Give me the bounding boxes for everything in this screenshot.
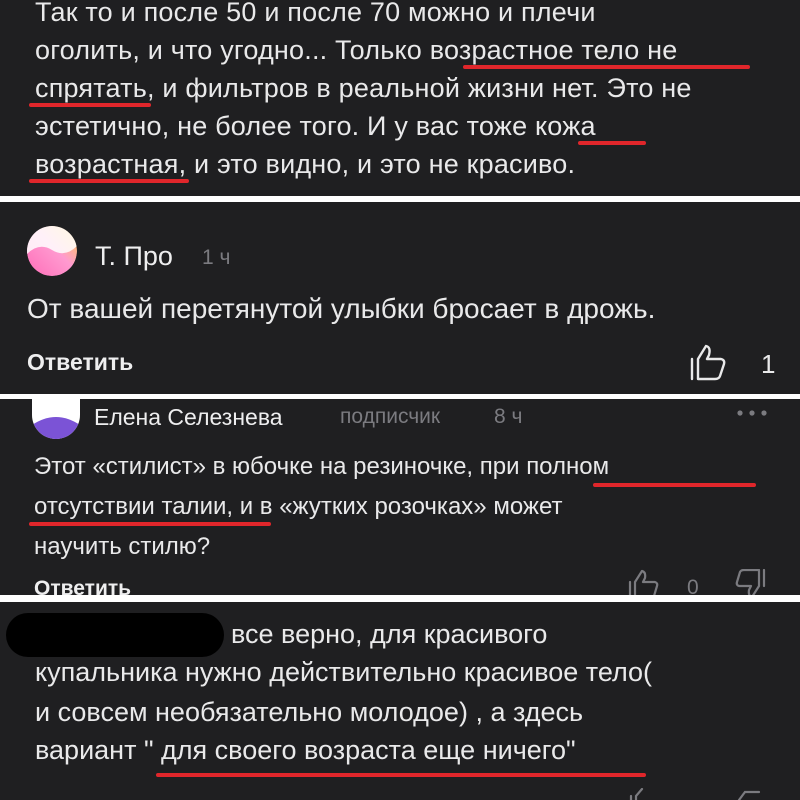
- dislike-icon[interactable]: [733, 568, 767, 595]
- comment-text-line: возрастная, и это видно, и это не красив…: [35, 149, 576, 179]
- avatar-image: [27, 226, 77, 276]
- red-underline: [29, 179, 189, 183]
- like-icon: [629, 787, 644, 800]
- author-name[interactable]: Т. Про: [95, 241, 173, 272]
- like-count: 1: [761, 349, 776, 379]
- comment-panel-4: все верно, для красивого купальника нужн…: [0, 602, 800, 800]
- dislike-icon: [735, 568, 766, 595]
- more-options-icon: [737, 410, 767, 416]
- like-icon: [628, 569, 659, 595]
- comment-panel-1: Так то и после 50 и после 70 можно и пле…: [0, 0, 800, 196]
- comment-text-line: спрятать, и фильтров в реальной жизни не…: [35, 73, 692, 103]
- comment-text-line: все верно, для красивого: [231, 619, 548, 649]
- like-icon[interactable]: [627, 569, 661, 595]
- redacted-author: [6, 613, 224, 657]
- comment-panel-2: Т. Про 1 ч От вашей перетянутой улыбки б…: [0, 202, 800, 394]
- reply-button[interactable]: Ответить: [34, 577, 131, 595]
- comment-time: 1 ч: [202, 246, 231, 269]
- comment-text-line: купальника нужно действительно красивое …: [35, 657, 653, 687]
- like-icon[interactable]: [628, 787, 658, 800]
- red-underline: [578, 141, 646, 145]
- like-count: 0: [687, 576, 699, 595]
- comment-text-line: Этот «стилист» в юбочке на резиночке, пр…: [34, 453, 610, 480]
- author-name[interactable]: Елена Селезнева: [94, 404, 283, 431]
- subscriber-badge: подписчик: [340, 405, 441, 428]
- dislike-icon[interactable]: [735, 788, 765, 800]
- comment-text-line: Так то и после 50 и после 70 можно и пле…: [35, 0, 596, 27]
- comment-panel-3: Елена Селезнева подписчик 8 ч Этот «стил…: [0, 399, 800, 595]
- red-underline: [463, 65, 750, 69]
- comment-text-line: научить стилю?: [34, 533, 211, 560]
- comment-text-line: От вашей перетянутой улыбки бросает в др…: [27, 293, 656, 324]
- red-underline: [156, 773, 646, 777]
- comment-text-line: отсутствии талии, и в «жутких розочках» …: [34, 493, 563, 520]
- red-underline: [29, 103, 151, 107]
- comment-text-line: эстетично, не более того. И у вас тоже к…: [35, 111, 596, 141]
- reply-button[interactable]: Ответить: [27, 349, 133, 376]
- avatar[interactable]: [32, 399, 80, 439]
- avatar[interactable]: [27, 226, 77, 276]
- more-options-icon[interactable]: [735, 405, 769, 423]
- red-underline: [593, 483, 756, 487]
- avatar-image: [32, 399, 80, 439]
- comment-time: 8 ч: [494, 405, 523, 428]
- like-icon[interactable]: [688, 343, 728, 386]
- red-underline: [29, 522, 271, 526]
- comment-text-line: оголить, и что угодно... Только возрастн…: [35, 35, 678, 65]
- comment-text-line: и совсем необязательно молодое) , а здес…: [35, 697, 584, 727]
- like-icon: [690, 344, 726, 381]
- dislike-icon: [737, 790, 761, 800]
- comment-text-line: вариант " для своего возраста еще ничего…: [35, 735, 576, 765]
